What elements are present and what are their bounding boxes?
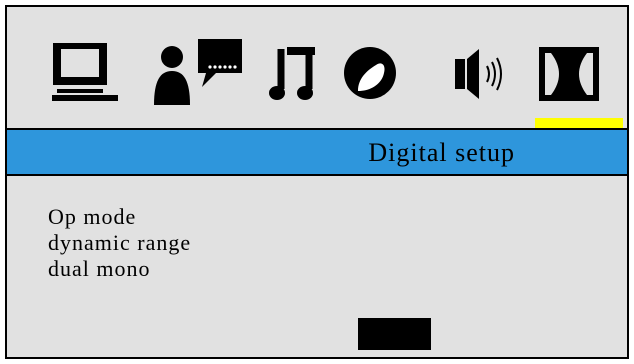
section-header: Digital setup — [7, 128, 627, 176]
setup-tab-bar — [7, 7, 627, 130]
menu-item-op-mode[interactable]: Op mode — [48, 204, 191, 230]
menu-item-dynamic-range[interactable]: dynamic range — [48, 230, 191, 256]
setup-menu-frame: Digital setup Op mode dynamic range dual… — [5, 5, 629, 359]
page-title: Digital setup — [368, 138, 515, 167]
person-speech-bubble-icon[interactable] — [150, 37, 250, 107]
speaker-icon[interactable] — [453, 47, 513, 101]
menu-item-dual-mono[interactable]: dual mono — [48, 256, 191, 282]
settings-menu-list: Op mode dynamic range dual mono — [48, 204, 191, 282]
music-note-icon[interactable] — [269, 43, 319, 103]
setting-value-box — [358, 318, 431, 350]
tv-display-icon[interactable] — [50, 41, 122, 103]
dolby-digital-icon[interactable] — [537, 45, 601, 103]
picture-contrast-icon[interactable] — [342, 45, 398, 101]
